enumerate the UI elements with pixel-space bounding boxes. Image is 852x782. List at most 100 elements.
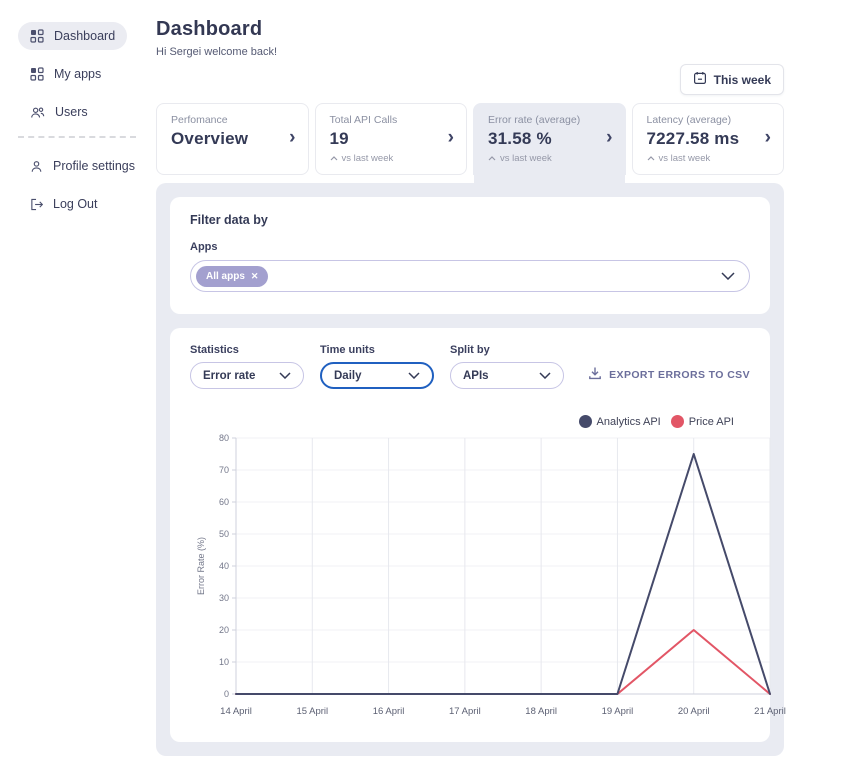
split-by-value: APIs xyxy=(463,370,489,382)
sidebar: Dashboard My apps Users Profile settings xyxy=(0,0,150,782)
sidebar-item-profile-settings[interactable]: Profile settings xyxy=(18,152,147,180)
sidebar-item-dashboard[interactable]: Dashboard xyxy=(18,22,127,50)
page-title: Dashboard xyxy=(156,18,784,41)
svg-text:Error Rate (%): Error Rate (%) xyxy=(196,537,206,595)
chip-label: All apps xyxy=(206,271,245,282)
chevron-right-icon: › xyxy=(765,128,771,147)
period-row: This week xyxy=(156,64,784,95)
stat-card-trend: vs last week xyxy=(488,153,611,164)
legend-dot-icon xyxy=(671,415,684,428)
svg-text:70: 70 xyxy=(219,465,229,475)
chart-card: Statistics Error rate Time units Daily xyxy=(170,328,770,742)
statistics-group: Statistics Error rate xyxy=(190,344,304,389)
chevron-right-icon: › xyxy=(448,128,454,147)
filter-title: Filter data by xyxy=(190,213,750,227)
caret-up-icon xyxy=(488,153,496,164)
stat-card-label: Total API Calls xyxy=(330,114,453,126)
sidebar-item-log-out[interactable]: Log Out xyxy=(18,190,109,218)
sidebar-item-my-apps[interactable]: My apps xyxy=(18,60,113,88)
svg-text:20 April: 20 April xyxy=(678,706,710,717)
this-week-button[interactable]: This week xyxy=(680,64,784,95)
filter-card: Filter data by Apps All apps ✕ xyxy=(170,197,770,314)
stat-card-value: 19 xyxy=(330,129,453,149)
statistics-value: Error rate xyxy=(203,370,255,382)
remove-chip-icon[interactable]: ✕ xyxy=(251,272,259,281)
svg-text:60: 60 xyxy=(219,497,229,507)
legend-item: Price API xyxy=(671,415,734,428)
stat-card-value: 31.58 % xyxy=(488,129,611,149)
sidebar-item-label: Log Out xyxy=(53,197,97,211)
chart-controls: Statistics Error rate Time units Daily xyxy=(190,344,750,389)
svg-text:16 April: 16 April xyxy=(373,706,405,717)
split-by-group: Split by APIs xyxy=(450,344,564,389)
greeting-text: Hi Sergei welcome back! xyxy=(156,46,784,58)
caret-up-icon xyxy=(647,153,655,164)
all-apps-chip[interactable]: All apps ✕ xyxy=(196,266,268,287)
calendar-icon xyxy=(693,71,707,88)
export-csv-label: EXPORT ERRORS TO CSV xyxy=(609,369,750,381)
chevron-down-icon xyxy=(721,272,735,280)
dashboard-panel: Filter data by Apps All apps ✕ Statisti xyxy=(156,183,784,756)
svg-text:14 April: 14 April xyxy=(220,706,252,717)
logout-icon xyxy=(30,198,43,211)
grid-icon xyxy=(30,29,44,43)
stat-card-error-rate[interactable]: Error rate (average) 31.58 % vs last wee… xyxy=(473,103,626,175)
app-root: Dashboard My apps Users Profile settings xyxy=(0,0,852,782)
svg-text:19 April: 19 April xyxy=(602,706,634,717)
legend-label: Price API xyxy=(689,416,734,428)
svg-text:21 April: 21 April xyxy=(754,706,786,717)
caret-up-icon xyxy=(330,153,338,164)
stat-card-label: Perfomance xyxy=(171,114,294,126)
time-units-label: Time units xyxy=(320,344,434,356)
users-icon xyxy=(30,106,45,119)
main-content: Dashboard Hi Sergei welcome back! This w… xyxy=(150,0,816,782)
sidebar-item-label: Users xyxy=(55,105,88,119)
sidebar-item-label: Dashboard xyxy=(54,29,115,43)
svg-text:10: 10 xyxy=(219,657,229,667)
stat-card-trend: vs last week xyxy=(647,153,770,164)
stat-card-label: Latency (average) xyxy=(647,114,770,126)
legend-label: Analytics API xyxy=(597,416,661,428)
export-csv-button[interactable]: EXPORT ERRORS TO CSV xyxy=(588,366,750,383)
legend-item: Analytics API xyxy=(579,415,661,428)
split-by-label: Split by xyxy=(450,344,564,356)
svg-text:30: 30 xyxy=(219,593,229,603)
chevron-down-icon xyxy=(279,372,291,379)
error-rate-chart: 14 April 15 April 16 April 17 April 18 April… xyxy=(190,430,796,724)
time-units-value: Daily xyxy=(334,370,362,382)
svg-text:18 April: 18 April xyxy=(525,706,557,717)
statistics-label: Statistics xyxy=(190,344,304,356)
grid-icon xyxy=(30,67,44,81)
time-units-group: Time units Daily xyxy=(320,344,434,389)
chevron-right-icon: › xyxy=(289,128,295,147)
stat-card-performance[interactable]: Perfomance Overview › xyxy=(156,103,309,175)
chevron-down-icon xyxy=(539,372,551,379)
sidebar-item-users[interactable]: Users xyxy=(18,98,100,126)
stat-cards-row: Perfomance Overview › Total API Calls 19… xyxy=(156,103,784,175)
svg-text:0: 0 xyxy=(224,689,229,699)
sidebar-item-label: My apps xyxy=(54,67,101,81)
legend-dot-icon xyxy=(579,415,592,428)
chevron-down-icon xyxy=(408,372,420,379)
sidebar-item-label: Profile settings xyxy=(53,159,135,173)
svg-text:15 April: 15 April xyxy=(296,706,328,717)
svg-text:17 April: 17 April xyxy=(449,706,481,717)
svg-text:50: 50 xyxy=(219,529,229,539)
svg-text:40: 40 xyxy=(219,561,229,571)
statistics-select[interactable]: Error rate xyxy=(190,362,304,389)
apps-select[interactable]: All apps ✕ xyxy=(190,260,750,292)
chart-legend: Analytics API Price API xyxy=(190,415,734,428)
stat-card-latency[interactable]: Latency (average) 7227.58 ms vs last wee… xyxy=(632,103,785,175)
sidebar-divider xyxy=(18,136,136,138)
stat-card-total-api-calls[interactable]: Total API Calls 19 vs last week › xyxy=(315,103,468,175)
chevron-right-icon: › xyxy=(606,128,612,147)
svg-text:20: 20 xyxy=(219,625,229,635)
split-by-select[interactable]: APIs xyxy=(450,362,564,389)
stat-card-label: Error rate (average) xyxy=(488,114,611,126)
apps-label: Apps xyxy=(190,241,750,253)
download-icon xyxy=(588,366,602,383)
stat-card-value: Overview xyxy=(171,129,294,149)
time-units-select[interactable]: Daily xyxy=(320,362,434,389)
stat-card-value: 7227.58 ms xyxy=(647,129,770,149)
this-week-label: This week xyxy=(714,73,771,87)
